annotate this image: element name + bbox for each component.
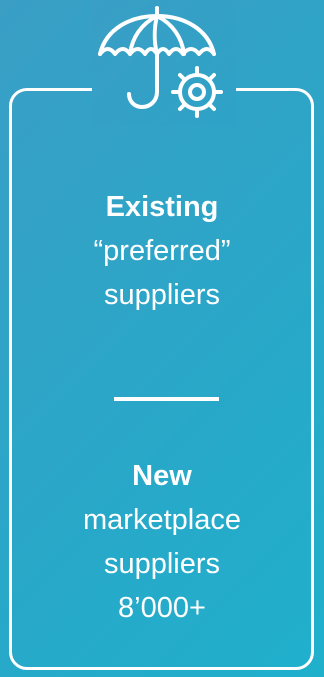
umbrella-gear-icon: [96, 4, 232, 126]
new-suppliers-block: New marketplace suppliers 8’000+: [0, 454, 324, 630]
new-line-suppliers: suppliers: [103, 548, 221, 580]
existing-suppliers-block: Existing “preferred” suppliers: [0, 185, 324, 317]
existing-heading: Existing: [105, 191, 219, 223]
new-line-marketplace: marketplace: [83, 504, 241, 536]
new-heading: New: [132, 460, 192, 492]
existing-line-preferred: “preferred”: [93, 235, 231, 267]
divider: [114, 397, 219, 401]
supplier-count: 8’000+: [118, 592, 206, 624]
existing-line-suppliers: suppliers: [103, 279, 221, 311]
